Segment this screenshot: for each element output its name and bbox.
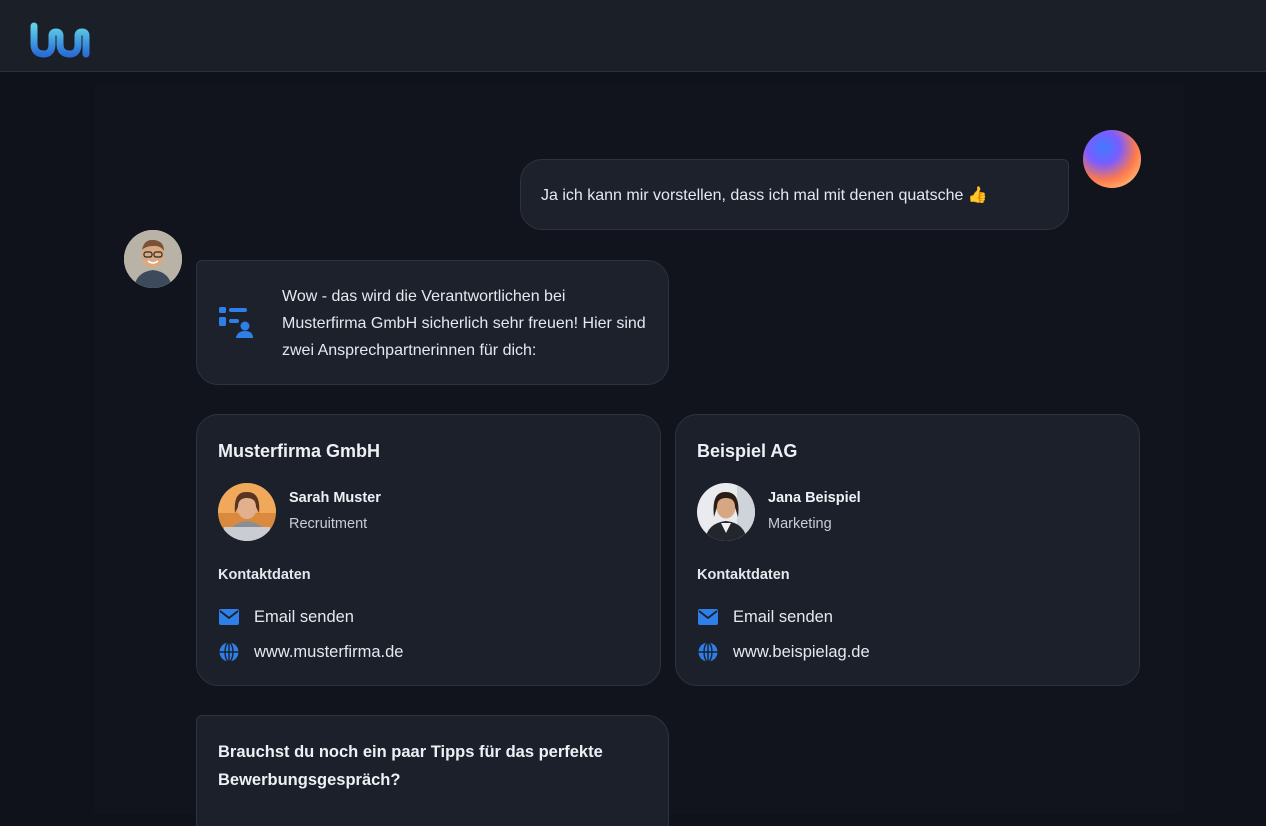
contact-name: Sarah Muster (289, 490, 381, 506)
contact-role: Marketing (768, 516, 832, 532)
contact-avatar (218, 483, 276, 541)
top-bar (0, 0, 1266, 72)
email-link[interactable]: Email senden (218, 605, 354, 629)
company-name: Musterfirma GmbH (218, 441, 381, 461)
contact-card-beispiel: Beispiel AG Jana Beispiel Marketing Kont… (675, 414, 1140, 686)
contact-card-musterfirma: Musterfirma GmbH Sarah Muster Recruitmen… (196, 414, 661, 686)
email-label: Email senden (254, 607, 354, 626)
contact-heading: Kontaktdaten (218, 567, 311, 583)
contact-portrait-icon (697, 483, 755, 541)
user-avatar (1083, 130, 1141, 188)
tips-question-text: Brauchst du noch ein paar Tipps für das … (218, 743, 603, 789)
contact-role: Recruitment (289, 516, 368, 532)
user-message-bubble: Ja ich kann mir vorstellen, dass ich mal… (520, 159, 1069, 230)
website-label: www.musterfirma.de (254, 642, 404, 661)
company-name: Beispiel AG (697, 441, 798, 461)
tips-question-bubble: Brauchst du noch ein paar Tipps für das … (196, 715, 669, 826)
contact-avatar (697, 483, 755, 541)
mail-icon (219, 609, 239, 625)
wave-logo-icon[interactable] (30, 22, 92, 58)
user-message-text: Ja ich kann mir vorstellen, dass ich mal… (541, 187, 988, 204)
assistant-message-bubble: Wow - das wird die Verantwortlichen bei … (196, 260, 669, 385)
mail-icon (698, 609, 718, 625)
globe-icon (698, 641, 718, 663)
contact-portrait-icon (218, 483, 276, 541)
team-icon (219, 307, 253, 338)
contact-heading: Kontaktdaten (697, 567, 790, 583)
website-link[interactable]: www.beispielag.de (697, 640, 870, 664)
assistant-message-text: Wow - das wird die Verantwortlichen bei … (282, 288, 646, 359)
contact-name: Jana Beispiel (768, 490, 861, 506)
email-link[interactable]: Email senden (697, 605, 833, 629)
website-link[interactable]: www.musterfirma.de (218, 640, 403, 664)
website-label: www.beispielag.de (733, 642, 870, 661)
email-label: Email senden (733, 607, 833, 626)
assistant-avatar (124, 230, 182, 288)
globe-icon (219, 641, 239, 663)
assistant-portrait-icon (124, 230, 182, 288)
